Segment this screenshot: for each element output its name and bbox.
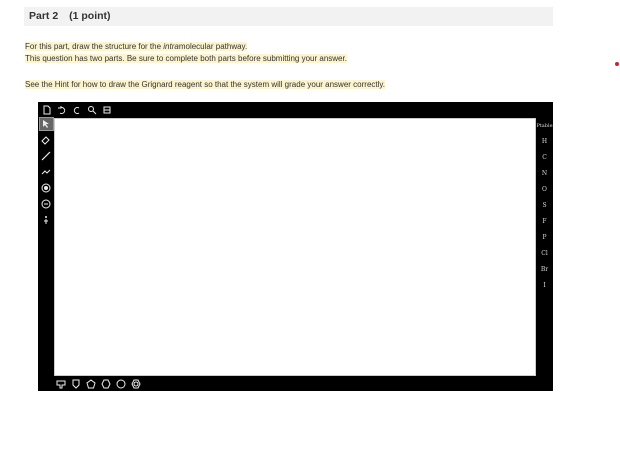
negative-charge-icon[interactable] [40, 198, 53, 210]
instruction-line-1: For this part, draw the structure for th… [25, 42, 248, 51]
eraser-icon[interactable] [40, 134, 53, 146]
chain-icon[interactable] [40, 166, 53, 178]
part-header: Part 2 (1 point) [24, 7, 553, 26]
radical-icon[interactable] [40, 214, 53, 226]
element-button-n[interactable]: N [542, 166, 547, 182]
instruction-line-2: This question has two parts. Be sure to … [25, 54, 347, 63]
new-document-icon[interactable] [41, 104, 52, 115]
structure-editor: Ptable H C N O S F P Cl Br I [38, 102, 553, 391]
circle-ring-icon[interactable] [100, 378, 111, 389]
element-button-br[interactable]: Br [541, 262, 548, 278]
element-palette: Ptable H C N O S F P Cl Br I [536, 118, 553, 294]
element-button-i[interactable]: I [543, 278, 545, 294]
element-button-s[interactable]: S [542, 198, 546, 214]
left-toolbar [38, 117, 54, 230]
positive-charge-icon[interactable] [40, 182, 53, 194]
select-icon[interactable] [38, 117, 54, 131]
custom-template-icon[interactable] [55, 378, 66, 389]
element-button-o[interactable]: O [542, 182, 547, 198]
periodic-table-button[interactable]: Ptable [536, 118, 552, 134]
element-button-cl[interactable]: Cl [541, 246, 548, 262]
redo-icon[interactable] [71, 104, 82, 115]
zoom-icon[interactable] [86, 104, 97, 115]
single-bond-icon[interactable] [40, 150, 53, 162]
undo-icon[interactable] [56, 104, 67, 115]
hexagon-icon[interactable] [85, 378, 96, 389]
part-points: (1 point) [69, 10, 111, 22]
part-title: Part 2 [29, 10, 59, 22]
element-button-h[interactable]: H [542, 134, 547, 150]
top-toolbar [41, 104, 112, 116]
template-icon[interactable] [101, 104, 112, 115]
hint-instruction: See the Hint for how to draw the Grignar… [25, 80, 386, 89]
element-button-f[interactable]: F [542, 214, 546, 230]
aromatic-ring-icon[interactable] [130, 378, 141, 389]
status-dot [615, 62, 619, 66]
element-button-p[interactable]: P [542, 230, 546, 246]
bottom-toolbar [55, 378, 141, 390]
element-button-c[interactable]: C [542, 150, 547, 166]
benzene-icon[interactable] [115, 378, 126, 389]
drawing-canvas[interactable] [54, 118, 536, 376]
pentagon-icon[interactable] [70, 378, 81, 389]
